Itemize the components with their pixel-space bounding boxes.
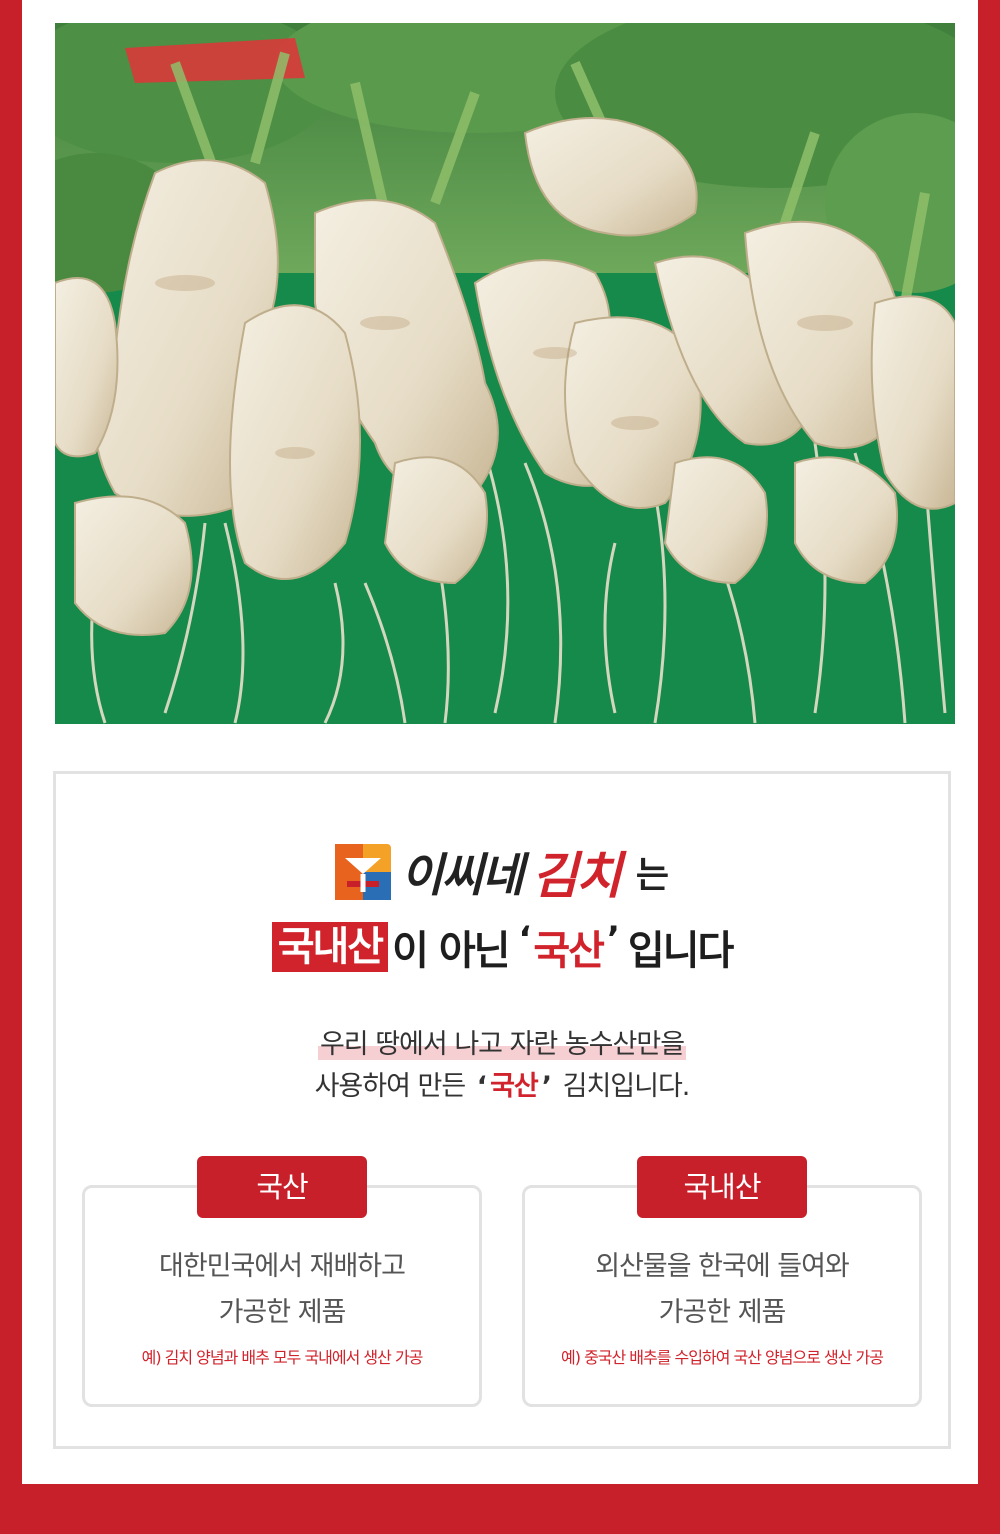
headline: 국내산 이 아닌 ‘ 국산 ’ 입니다 bbox=[56, 917, 948, 977]
headline-highlight: 국산 bbox=[533, 928, 605, 974]
description-line2-suffix: 김치입니다. bbox=[562, 1071, 691, 1102]
comparison-tag: 국산 bbox=[197, 1156, 367, 1218]
comparison-note: 예) 중국산 배추를 수입하여 국산 양념으로 생산 가공 bbox=[561, 1348, 884, 1367]
info-card: 이씨네 김치 는 국내산 이 아닌 ‘ 국산 ’ 입니다 우리 땅에서 나고 자… bbox=[53, 771, 951, 1449]
description: 우리 땅에서 나고 자란 농수산만을 사용하여 만든 ‘국산’ 김치입니다. bbox=[56, 1024, 948, 1108]
page-frame: 이씨네 김치 는 국내산 이 아닌 ‘ 국산 ’ 입니다 우리 땅에서 나고 자… bbox=[22, 0, 978, 1484]
brand-suffix: 는 bbox=[635, 855, 670, 896]
headline-end: 입니다 bbox=[627, 928, 734, 974]
brand-name: 이씨네 bbox=[400, 848, 524, 902]
headline-boxed: 국내산 bbox=[271, 922, 389, 972]
comparison-tag: 국내산 bbox=[637, 1156, 807, 1218]
comparison-line2: 가공한 제품 bbox=[218, 1297, 347, 1328]
comparison-line2: 가공한 제품 bbox=[658, 1297, 787, 1328]
comparison-line1: 외산물을 한국에 들여와 bbox=[595, 1251, 850, 1282]
comparison-text: 외산물을 한국에 들여와 가공한 제품 bbox=[525, 1244, 919, 1336]
description-quote-close: ’ bbox=[541, 1071, 552, 1102]
brand-kimchi: 김치 bbox=[531, 847, 622, 905]
comparison-box-domestic: 국산 대한민국에서 재배하고 가공한 제품 예) 김치 양념과 배추 모두 국내… bbox=[82, 1156, 482, 1407]
brand-logo-icon bbox=[334, 844, 391, 900]
description-line1: 우리 땅에서 나고 자란 농수산만을 bbox=[317, 1029, 687, 1060]
comparison-text: 대한민국에서 재배하고 가공한 제품 bbox=[85, 1244, 479, 1336]
headline-quote-open: ‘ bbox=[518, 919, 531, 959]
description-highlight: 국산 bbox=[490, 1071, 539, 1102]
description-quote-open: ‘ bbox=[476, 1071, 487, 1102]
radish-photo bbox=[55, 23, 955, 724]
comparison-note: 예) 김치 양념과 배추 모두 국내에서 생산 가공 bbox=[141, 1348, 424, 1367]
comparison-line1: 대한민국에서 재배하고 bbox=[159, 1251, 406, 1282]
headline-middle: 이 아닌 bbox=[392, 928, 510, 974]
brand-line: 이씨네 김치 는 bbox=[56, 842, 948, 905]
headline-quote-close: ’ bbox=[606, 919, 620, 959]
description-line2-prefix: 사용하여 만든 bbox=[314, 1071, 467, 1102]
comparison-box-processed: 국내산 외산물을 한국에 들여와 가공한 제품 예) 중국산 배추를 수입하여 … bbox=[522, 1156, 922, 1407]
